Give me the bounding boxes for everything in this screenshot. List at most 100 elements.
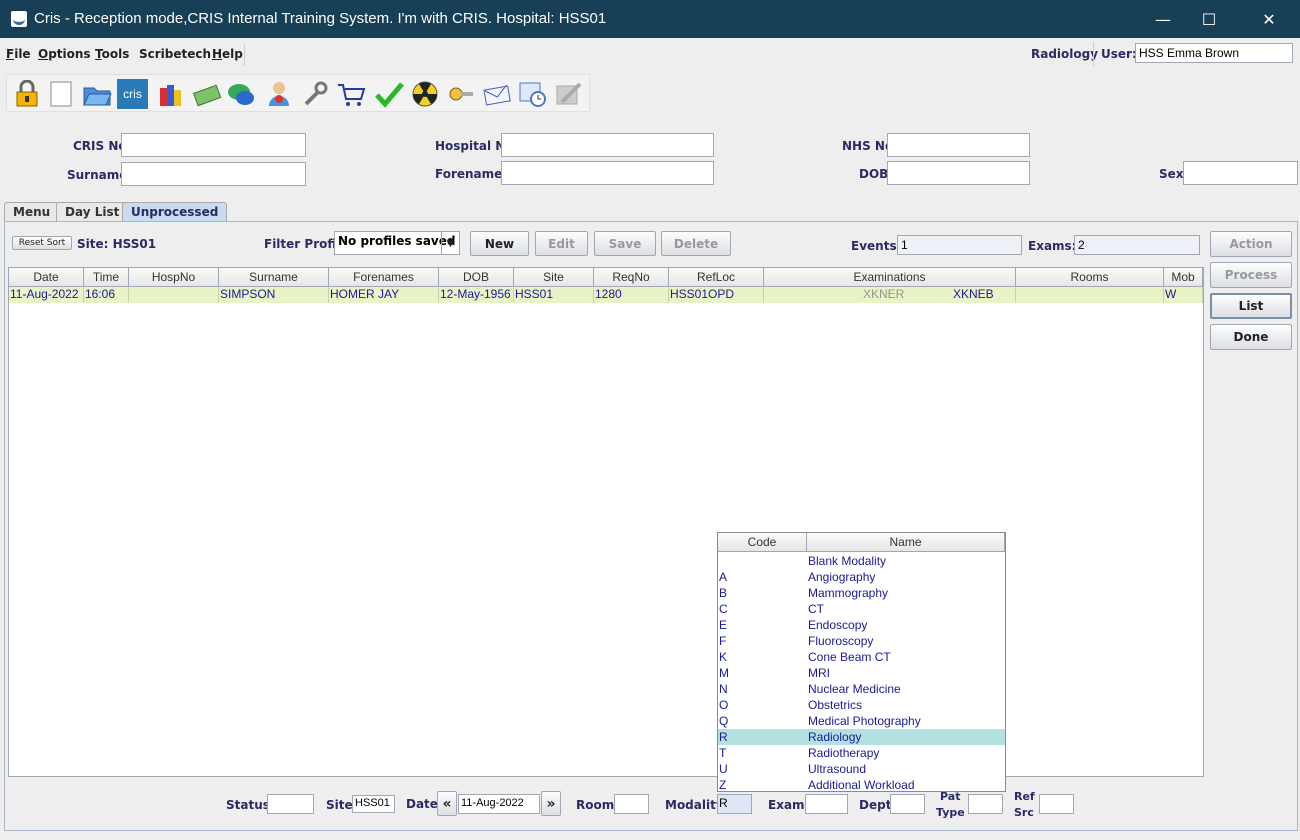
- cell-surname[interactable]: SIMPSON: [219, 287, 329, 303]
- exams-label: Exams:: [1028, 239, 1077, 253]
- date-next-button[interactable]: »: [541, 791, 561, 816]
- modality-option[interactable]: A Angiography: [718, 569, 1005, 585]
- column-header-site[interactable]: Site: [514, 268, 594, 287]
- person-info-icon[interactable]: [263, 79, 294, 109]
- new-button[interactable]: New: [470, 231, 529, 256]
- modality-option[interactable]: K Cone Beam CT: [718, 649, 1005, 665]
- tab-menu[interactable]: Menu: [4, 202, 60, 222]
- status-input[interactable]: [267, 794, 314, 814]
- column-header-hospno[interactable]: HospNo: [129, 268, 219, 287]
- cell-forenames[interactable]: HOMER JAY: [329, 287, 439, 303]
- save-button[interactable]: Save: [594, 231, 656, 256]
- column-header-mob[interactable]: Mob: [1164, 268, 1203, 287]
- cell-site[interactable]: HSS01: [514, 287, 594, 303]
- ref-src-input[interactable]: [1039, 794, 1074, 814]
- menu-options[interactable]: Options: [38, 47, 91, 61]
- modality-option[interactable]: O Obstetrics: [718, 697, 1005, 713]
- tab-unprocessed[interactable]: Unprocessed: [122, 202, 228, 222]
- books-icon[interactable]: [155, 79, 186, 109]
- forenames-input[interactable]: [501, 161, 714, 185]
- cell-reqno[interactable]: 1280: [594, 287, 669, 303]
- filter-date-input[interactable]: 11-Aug-2022: [458, 794, 540, 814]
- done-button[interactable]: Done: [1210, 324, 1292, 350]
- delete-button[interactable]: Delete: [661, 231, 731, 256]
- tab-day-list[interactable]: Day List: [56, 202, 129, 222]
- menu-help[interactable]: Help: [212, 47, 243, 61]
- dept-input[interactable]: [890, 794, 925, 814]
- column-header-time[interactable]: Time: [84, 268, 129, 287]
- modality-input[interactable]: R: [717, 794, 752, 814]
- cris-no-input[interactable]: [121, 133, 306, 157]
- column-header-rooms[interactable]: Rooms: [1016, 268, 1164, 287]
- dob-label: DOB: [859, 167, 889, 181]
- column-header-examinations[interactable]: Examinations: [764, 268, 1016, 287]
- calendar-clock-icon[interactable]: [517, 79, 548, 109]
- open-folder-icon[interactable]: [81, 79, 112, 109]
- money-icon[interactable]: [191, 79, 222, 109]
- edit-button[interactable]: Edit: [535, 231, 588, 256]
- popup-header-code[interactable]: Code: [718, 533, 807, 552]
- modality-option[interactable]: Q Medical Photography: [718, 713, 1005, 729]
- room-input[interactable]: [614, 794, 649, 814]
- cell-time[interactable]: 16:06: [84, 287, 129, 303]
- key-icon[interactable]: [445, 79, 476, 109]
- modality-option[interactable]: Blank Modality: [718, 553, 1005, 569]
- action-button[interactable]: Action: [1210, 231, 1292, 257]
- modality-option[interactable]: R Radiology: [718, 729, 1005, 745]
- menu-tools[interactable]: Tools: [95, 47, 129, 61]
- sex-input[interactable]: [1183, 161, 1298, 185]
- dob-input[interactable]: [887, 161, 1030, 185]
- maximize-button[interactable]: ☐: [1186, 0, 1232, 38]
- process-button[interactable]: Process: [1210, 262, 1292, 288]
- minimize-button[interactable]: —: [1140, 0, 1186, 38]
- popup-header-name[interactable]: Name: [807, 533, 1005, 552]
- surname-input[interactable]: [121, 162, 306, 186]
- wrench-icon[interactable]: [299, 79, 330, 109]
- modality-option-code: B: [719, 586, 728, 600]
- modality-option[interactable]: B Mammography: [718, 585, 1005, 601]
- modality-option[interactable]: N Nuclear Medicine: [718, 681, 1005, 697]
- modality-option[interactable]: U Ultrasound: [718, 761, 1005, 777]
- close-button[interactable]: ✕: [1246, 0, 1292, 38]
- blank-page-icon[interactable]: [45, 79, 76, 109]
- menu-scribetech[interactable]: Scribetech: [139, 47, 211, 61]
- cell-refloc[interactable]: HSS01OPD: [669, 287, 764, 303]
- mail-icon[interactable]: [481, 79, 512, 109]
- date-previous-button[interactable]: «: [437, 791, 457, 816]
- cell-dob[interactable]: 12-May-1956: [439, 287, 514, 303]
- radiation-icon[interactable]: [409, 79, 440, 109]
- modality-option[interactable]: E Endoscopy: [718, 617, 1005, 633]
- cell-date[interactable]: 11-Aug-2022: [9, 287, 84, 303]
- modality-option[interactable]: M MRI: [718, 665, 1005, 681]
- hospital-no-input[interactable]: [501, 133, 714, 157]
- nhs-no-input[interactable]: [887, 133, 1030, 157]
- pat-type-input[interactable]: [968, 794, 1003, 814]
- cell-mob[interactable]: W: [1164, 287, 1203, 303]
- chat-icon[interactable]: [225, 79, 256, 109]
- column-header-surname[interactable]: Surname: [219, 268, 329, 287]
- cell-rooms[interactable]: [1016, 287, 1164, 303]
- cris-icon[interactable]: cris: [117, 79, 148, 109]
- exam-input[interactable]: [805, 794, 848, 814]
- lock-icon[interactable]: [11, 79, 42, 109]
- cell-hospno[interactable]: [129, 287, 219, 303]
- column-header-forenames[interactable]: Forenames: [329, 268, 439, 287]
- chevron-down-icon[interactable]: ▼: [441, 232, 459, 254]
- column-header-dob[interactable]: DOB: [439, 268, 514, 287]
- menu-tools-label: ools: [101, 47, 130, 61]
- list-button[interactable]: List: [1210, 293, 1292, 319]
- checkmark-icon[interactable]: [373, 79, 404, 109]
- modality-option[interactable]: F Fluoroscopy: [718, 633, 1005, 649]
- column-header-refloc[interactable]: RefLoc: [669, 268, 764, 287]
- column-header-reqno[interactable]: ReqNo: [594, 268, 669, 287]
- reset-sort-button[interactable]: Reset Sort: [12, 236, 72, 250]
- menu-file[interactable]: File: [6, 47, 31, 61]
- cell-examinations[interactable]: XKNER XKNEB: [764, 287, 1016, 303]
- modality-option[interactable]: T Radiotherapy: [718, 745, 1005, 761]
- cart-icon[interactable]: [335, 79, 366, 109]
- modality-option[interactable]: C CT: [718, 601, 1005, 617]
- modality-option[interactable]: Z Additional Workload: [718, 777, 1005, 793]
- filter-site-input[interactable]: HSS01: [352, 795, 395, 813]
- user-field[interactable]: HSS Emma Brown: [1135, 43, 1293, 63]
- column-header-date[interactable]: Date: [9, 268, 84, 287]
